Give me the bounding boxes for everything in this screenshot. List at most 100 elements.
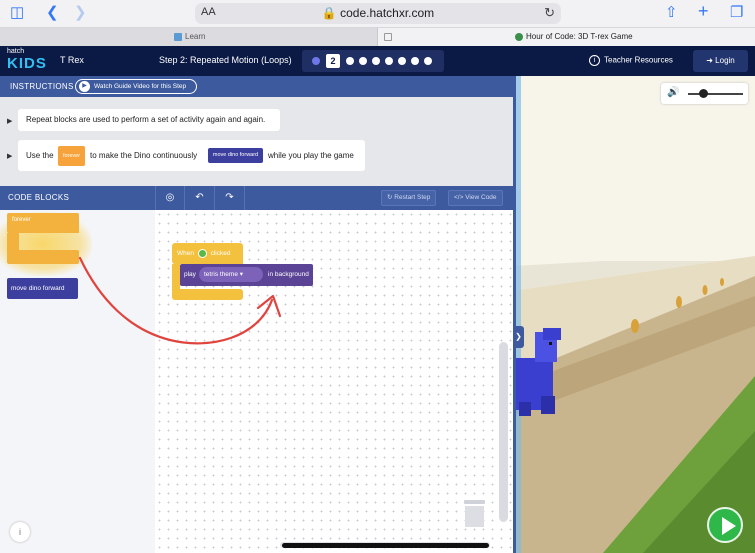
block-palette: forever move dino forward i [0,210,155,553]
when-block-foot[interactable] [172,289,243,300]
forward-icon[interactable]: ❯ [74,4,87,22]
view-code-button[interactable]: </> View Code [448,190,503,206]
url-value: code.hatchxr.com [340,6,435,20]
hatch-kids-logo[interactable]: hatch KIDS [7,48,47,74]
when-flag-clicked-block[interactable]: When clicked [172,243,243,264]
teacher-resources-label: Teacher Resources [604,55,673,65]
tab-learn[interactable]: Learn [0,28,378,46]
step-progress: 2 [302,50,444,72]
coin-icon [702,285,708,295]
instructions-panel: ▶ Repeat blocks are used to perform a se… [0,97,513,186]
step-dot-current[interactable]: 2 [326,54,340,68]
browser-toolbar: ◫ ❮ ❯ AA 🔒 code.hatchxr.com ↻ ⇧ + ❐ [0,0,755,27]
restart-label: Restart Step [394,194,431,201]
project-name: T Rex [60,55,84,65]
game-preview[interactable] [513,76,755,553]
sidebar-toggle-icon[interactable]: ◫ [10,4,24,22]
move-dino-forward-block[interactable]: move dino forward [7,278,78,299]
step-dot-8[interactable] [411,57,419,65]
clicked-label: clicked [210,250,231,257]
step-dot-3[interactable] [346,57,354,65]
when-label: When [177,250,194,257]
restart-icon: ↻ [387,194,393,201]
code-workspace[interactable]: When clicked play tetris theme ▾ in back… [155,210,513,553]
step-dot-7[interactable] [398,57,406,65]
sound-value: tetris theme [204,271,238,278]
info-button[interactable]: i [10,522,30,542]
code-blocks-header: CODE BLOCKS [0,186,155,210]
forever-block-foot[interactable] [7,250,79,264]
recenter-icon[interactable]: ◎ [155,186,185,210]
step-dot-6[interactable] [385,57,393,65]
step-title: Step 2: Repeated Motion (Loops) [159,55,292,65]
volume-slider-knob[interactable] [699,89,708,98]
step-dot-9[interactable] [424,57,432,65]
instruction-card-2: Use the forever to make the Dino continu… [18,140,365,171]
view-code-label: View Code [465,194,497,201]
dropdown-arrow-icon: ▾ [239,271,244,278]
home-indicator [282,543,489,548]
bullet-icon: ▶ [7,118,13,125]
step-dot-5[interactable] [372,57,380,65]
tab-game[interactable]: Hour of Code: 3D T-rex Game [378,28,755,46]
watch-video-button[interactable]: ▶ Watch Guide Video for this Step [75,79,197,94]
play-icon: ▶ [79,81,90,92]
forever-block-arm[interactable] [7,233,19,250]
url-text: 🔒 code.hatchxr.com [195,6,561,20]
trash-body [465,506,484,527]
play-sound-block[interactable]: play tetris theme ▾ in background [180,264,313,286]
new-tab-icon[interactable]: + [698,2,709,20]
back-icon[interactable]: ❮ [46,4,59,22]
game-favicon-icon [515,33,523,41]
address-bar[interactable]: AA 🔒 code.hatchxr.com ↻ [195,3,561,24]
when-block-arm[interactable] [172,264,180,289]
code-icon: </> [454,194,464,201]
learn-favicon-icon [174,33,182,41]
volume-control[interactable]: 🔊 [661,83,748,104]
chevron-right-icon[interactable]: ❯ [513,326,524,348]
trash-can-icon[interactable] [464,500,485,527]
sound-dropdown[interactable]: tetris theme ▾ [199,267,263,282]
green-flag-icon [197,248,207,258]
instructions-bar: INSTRUCTIONS ▶ Watch Guide Video for thi… [0,76,513,97]
redo-icon[interactable]: ↷ [215,186,245,210]
tab-label: Learn [185,32,206,41]
workspace-vertical-scrollbar[interactable] [499,342,508,522]
coin-icon [631,319,639,333]
app-header: hatch KIDS T Rex Step 2: Repeated Motion… [0,46,755,76]
login-icon: ➜ [706,56,713,65]
tab-strip: Learn Hour of Code: 3D T-rex Game [0,27,755,46]
tab-label: Hour of Code: 3D T-rex Game [526,32,633,41]
play-triangle-icon [722,517,736,535]
close-tab-icon[interactable] [384,33,392,41]
reload-icon[interactable]: ↻ [544,5,555,21]
lock-icon: 🔒 [321,6,337,20]
forever-block[interactable]: forever [7,213,79,233]
run-game-button[interactable] [707,507,743,543]
instructions-label: INSTRUCTIONS [10,82,74,91]
undo-icon[interactable]: ↶ [185,186,215,210]
step-dot-1[interactable] [312,57,320,65]
trash-lid [464,500,485,504]
panel-divider[interactable] [513,76,516,553]
watch-video-label: Watch Guide Video for this Step [94,83,187,90]
logo-bottom-text: KIDS [7,55,47,72]
coin-icon [676,296,682,308]
login-button[interactable]: ➜ Login [693,50,748,72]
teacher-resources-link[interactable]: i Teacher Resources [589,55,673,66]
restart-step-button[interactable]: ↻ Restart Step [381,190,437,206]
speaker-icon: 🔊 [667,87,680,98]
play-label: play [184,271,196,278]
coin-icon [720,278,724,286]
info-icon: i [589,55,600,66]
instruction-card-1: Repeat blocks are used to perform a set … [18,109,280,131]
in-background-label: in background [268,271,309,278]
instruction-text: Use the [26,151,54,160]
workspace-toolbar: ◎ ↶ ↷ ↻ Restart Step </> View Code [155,186,513,210]
tabs-overview-icon[interactable]: ❐ [730,4,743,22]
share-icon[interactable]: ⇧ [665,4,678,22]
instruction-text: to make the Dino continuously [90,151,198,160]
volume-slider-track[interactable] [688,93,743,95]
move-dino-block-chip: move dino forward [208,148,263,163]
step-dot-4[interactable] [359,57,367,65]
